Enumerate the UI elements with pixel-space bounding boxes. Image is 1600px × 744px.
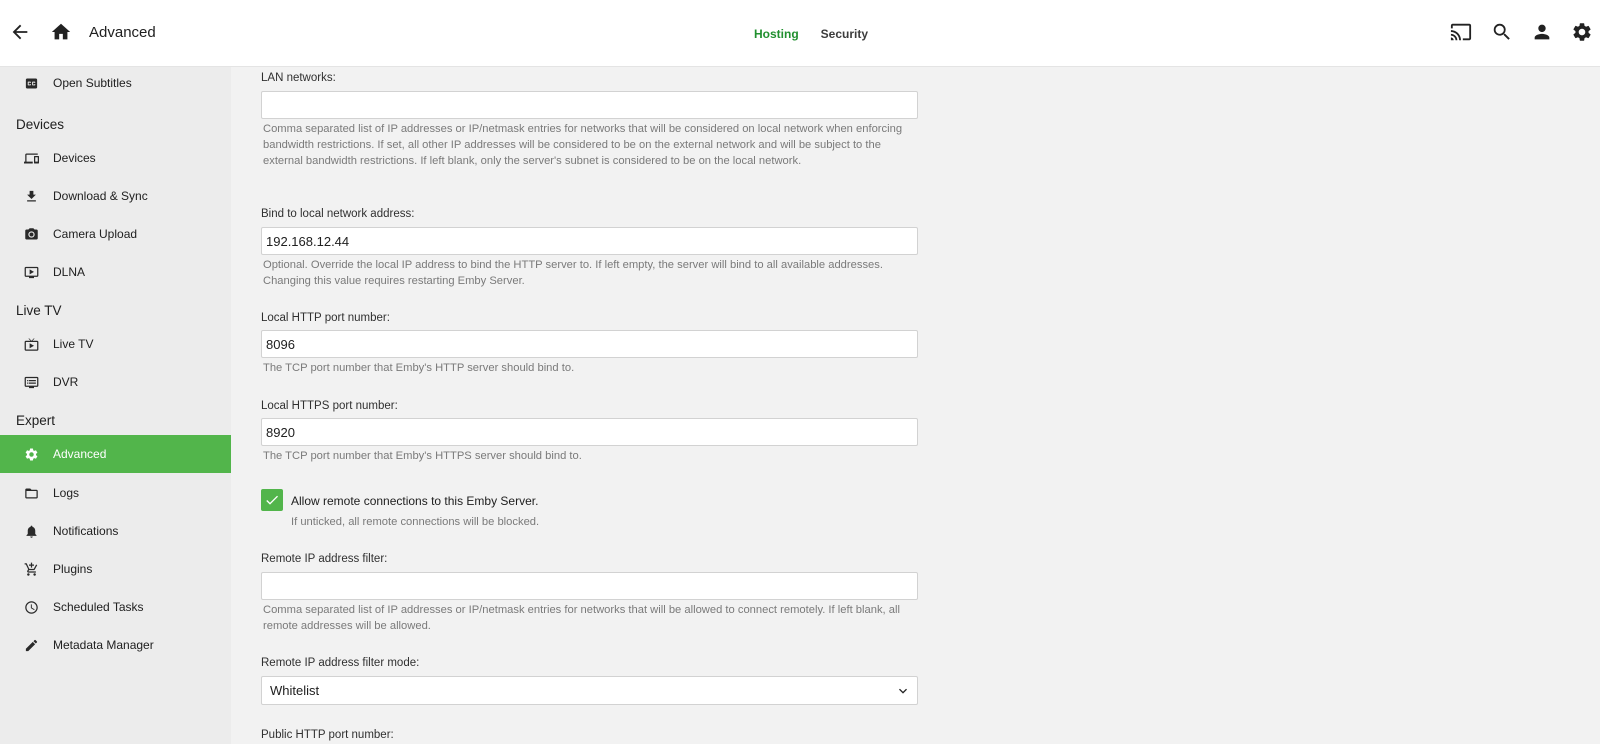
sidebar-item-download-sync[interactable]: Download & Sync xyxy=(0,177,231,215)
sidebar-item-plugins[interactable]: Plugins xyxy=(0,550,231,588)
sidebar-item-label: Advanced xyxy=(53,447,107,461)
public-http-port-label: Public HTTP port number: xyxy=(261,729,394,741)
live-tv-icon xyxy=(24,337,38,351)
user-button[interactable] xyxy=(1524,14,1560,50)
devices-icon xyxy=(23,153,39,163)
remote-ip-filter-help: Comma separated list of IP addresses or … xyxy=(263,604,900,632)
bell-icon xyxy=(26,525,36,538)
sidebar-section-expert: Expert xyxy=(16,413,56,428)
https-port-help: The TCP port number that Emby's HTTPS se… xyxy=(263,450,582,462)
tab-hosting[interactable]: Hosting xyxy=(754,27,799,41)
sidebar-item-open-subtitles[interactable]: Open Subtitles xyxy=(0,64,231,102)
sidebar-item-label: Open Subtitles xyxy=(53,76,132,90)
settings-icon xyxy=(1573,23,1591,41)
sidebar-item-advanced[interactable]: Advanced xyxy=(0,435,231,473)
sidebar-item-live-tv[interactable]: Live TV xyxy=(0,325,231,363)
search-button[interactable] xyxy=(1484,14,1520,50)
dvr-icon xyxy=(24,376,38,388)
remote-ip-filter-label: Remote IP address filter: xyxy=(261,553,388,565)
dlna-icon xyxy=(24,266,38,278)
remote-ip-filter-mode-select[interactable]: Whitelist xyxy=(261,676,918,705)
app-header: Advanced Hosting Security xyxy=(0,0,1600,67)
sidebar-item-logs[interactable]: Logs xyxy=(0,474,231,512)
lan-networks-input[interactable] xyxy=(261,91,918,119)
allow-remote-label[interactable]: Allow remote connections to this Emby Se… xyxy=(291,494,538,508)
https-port-label: Local HTTPS port number: xyxy=(261,400,398,412)
sidebar-item-label: Devices xyxy=(53,151,96,165)
sidebar-item-camera-upload[interactable]: Camera Upload xyxy=(0,215,231,253)
checkmark-icon xyxy=(266,495,278,505)
sidebar-item-label: Camera Upload xyxy=(53,227,138,241)
lan-networks-help: Comma separated list of IP addresses or … xyxy=(263,123,903,167)
sidebar-item-devices[interactable]: Devices xyxy=(0,139,231,177)
sidebar-item-label: Download & Sync xyxy=(53,189,148,203)
lan-networks-label: LAN networks: xyxy=(261,72,336,84)
sidebar-section-live-tv: Live TV xyxy=(16,303,62,318)
pencil-icon xyxy=(25,639,37,651)
sidebar-item-metadata-manager[interactable]: Metadata Manager xyxy=(0,626,231,664)
bind-address-help: Optional. Override the local IP address … xyxy=(263,259,883,287)
bind-address-input[interactable] xyxy=(261,227,918,255)
sidebar-item-label: DVR xyxy=(53,375,79,389)
sidebar-item-label: Metadata Manager xyxy=(53,638,154,652)
search-icon xyxy=(1493,23,1510,40)
user-icon xyxy=(1534,24,1550,40)
remote-ip-filter-input[interactable] xyxy=(261,572,918,600)
sidebar-item-dlna[interactable]: DLNA xyxy=(0,253,231,291)
select-value: Whitelist xyxy=(270,683,320,698)
http-port-label: Local HTTP port number: xyxy=(261,312,390,324)
chevron-down-icon xyxy=(899,688,907,694)
sidebar-item-notifications[interactable]: Notifications xyxy=(0,512,231,550)
sidebar-item-label: Notifications xyxy=(53,524,119,538)
http-port-input[interactable] xyxy=(261,330,918,358)
sidebar-section-devices: Devices xyxy=(16,117,65,132)
tab-security[interactable]: Security xyxy=(821,27,868,41)
page-title: Advanced xyxy=(89,24,156,41)
cart-icon xyxy=(24,562,37,576)
sidebar-item-label: DLNA xyxy=(53,265,86,279)
closed-captions-icon xyxy=(25,78,37,88)
home-button[interactable] xyxy=(43,14,79,50)
sidebar-item-dvr[interactable]: DVR xyxy=(0,363,231,401)
sidebar-item-scheduled-tasks[interactable]: Scheduled Tasks xyxy=(0,588,231,626)
sidebar-item-label: Logs xyxy=(53,486,80,500)
allow-remote-checkbox[interactable] xyxy=(261,489,283,511)
folder-icon xyxy=(24,488,38,498)
download-icon xyxy=(26,190,36,201)
settings-button[interactable] xyxy=(1564,14,1600,50)
settings-form: LAN networks: Comma separated list of IP… xyxy=(231,67,1600,744)
back-button[interactable] xyxy=(2,14,38,50)
sidebar-item-label: Plugins xyxy=(53,562,93,576)
http-port-help: The TCP port number that Emby's HTTP ser… xyxy=(263,362,575,374)
home-icon xyxy=(51,23,71,40)
allow-remote-help: If unticked, all remote connections will… xyxy=(291,516,540,528)
camera-icon xyxy=(24,227,38,239)
sidebar-item-label: Scheduled Tasks xyxy=(53,600,144,614)
cast-button[interactable] xyxy=(1443,14,1479,50)
bind-address-label: Bind to local network address: xyxy=(261,208,415,220)
cast-icon xyxy=(1450,23,1472,41)
https-port-input[interactable] xyxy=(261,418,918,446)
header-tabs: Hosting Security xyxy=(0,27,1600,41)
remote-ip-filter-mode-label: Remote IP address filter mode: xyxy=(261,657,420,669)
back-arrow-icon xyxy=(12,24,28,40)
clock-icon xyxy=(24,600,38,614)
sidebar-item-label: Live TV xyxy=(53,337,94,351)
sidebar: Open Subtitles Devices Devices Download … xyxy=(0,67,231,744)
gear-icon xyxy=(25,448,37,460)
